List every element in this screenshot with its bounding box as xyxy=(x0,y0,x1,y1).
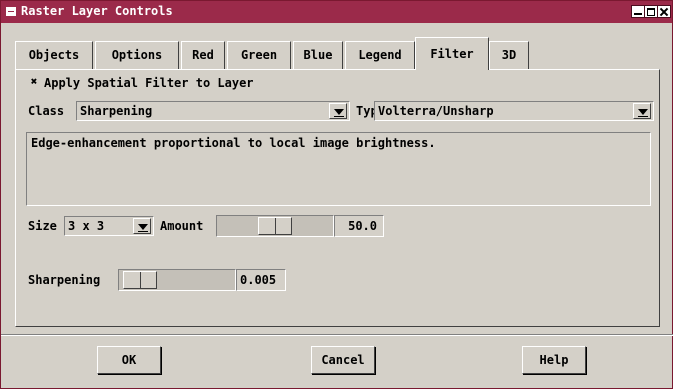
button-divider xyxy=(1,334,673,336)
apply-filter-label[interactable]: Apply Spatial Filter to Layer xyxy=(44,76,254,90)
amount-slider-thumb[interactable] xyxy=(258,217,292,235)
raster-layer-controls-window: Raster Layer Controls Objects Options Re… xyxy=(0,0,673,389)
tab-label: Filter xyxy=(430,47,474,61)
tab-label: 3D xyxy=(501,48,517,62)
type-value: Volterra/Unsharp xyxy=(378,104,494,118)
filter-description: Edge-enhancement proportional to local i… xyxy=(31,136,436,150)
sharpening-slider-thumb[interactable] xyxy=(123,271,157,289)
tab-options[interactable]: Options xyxy=(95,41,179,69)
tab-label: Objects xyxy=(28,48,80,62)
filter-panel: ✖ Apply Spatial Filter to Layer Class Sh… xyxy=(15,69,660,327)
tab-legend[interactable]: Legend xyxy=(345,41,415,69)
class-value: Sharpening xyxy=(80,104,153,118)
window-title: Raster Layer Controls xyxy=(21,4,173,18)
tab-label: Legend xyxy=(358,48,402,62)
class-label: Class xyxy=(28,104,65,118)
size-label: Size xyxy=(28,219,57,233)
tab-red[interactable]: Red xyxy=(181,41,225,69)
maximize-icon[interactable] xyxy=(644,5,658,18)
ok-button[interactable]: OK xyxy=(97,346,161,374)
amount-value: 50.0 xyxy=(348,219,377,233)
close-icon[interactable] xyxy=(657,5,671,18)
window-menu-icon[interactable] xyxy=(6,7,16,16)
tab-green[interactable]: Green xyxy=(227,41,291,69)
class-dropdown[interactable]: Sharpening xyxy=(76,101,350,121)
size-dropdown[interactable]: 3 x 3 xyxy=(64,216,154,236)
cancel-button[interactable]: Cancel xyxy=(311,346,375,374)
amount-slider[interactable] xyxy=(216,215,334,237)
tab-label: Green xyxy=(240,48,278,62)
minimize-icon[interactable] xyxy=(631,5,645,18)
help-button[interactable]: Help xyxy=(522,346,586,374)
size-value: 3 x 3 xyxy=(68,219,105,233)
tab-label: Options xyxy=(111,48,163,62)
sharpening-value-field[interactable]: 0.005 xyxy=(236,269,286,291)
sharpening-slider[interactable] xyxy=(118,269,236,291)
amount-value-field[interactable]: 50.0 xyxy=(334,215,384,237)
tab-filter[interactable]: Filter xyxy=(415,37,489,70)
apply-filter-checkbox[interactable]: ✖ xyxy=(28,76,40,88)
tab-objects[interactable]: Objects xyxy=(15,41,93,69)
title-bar[interactable]: Raster Layer Controls xyxy=(1,1,672,23)
tab-label: Blue xyxy=(303,48,333,62)
dropdown-arrow-icon[interactable] xyxy=(133,218,151,234)
tab-blue[interactable]: Blue xyxy=(293,41,343,69)
amount-label: Amount xyxy=(160,219,204,233)
type-dropdown[interactable]: Volterra/Unsharp xyxy=(374,101,654,121)
dropdown-arrow-icon[interactable] xyxy=(329,103,347,119)
sharpening-value: 0.005 xyxy=(240,273,277,287)
filter-description-box: Edge-enhancement proportional to local i… xyxy=(26,132,651,206)
tab-3d[interactable]: 3D xyxy=(489,41,529,69)
dropdown-arrow-icon[interactable] xyxy=(633,103,651,119)
sharpening-label: Sharpening xyxy=(28,273,101,287)
tab-label: Red xyxy=(192,48,214,62)
